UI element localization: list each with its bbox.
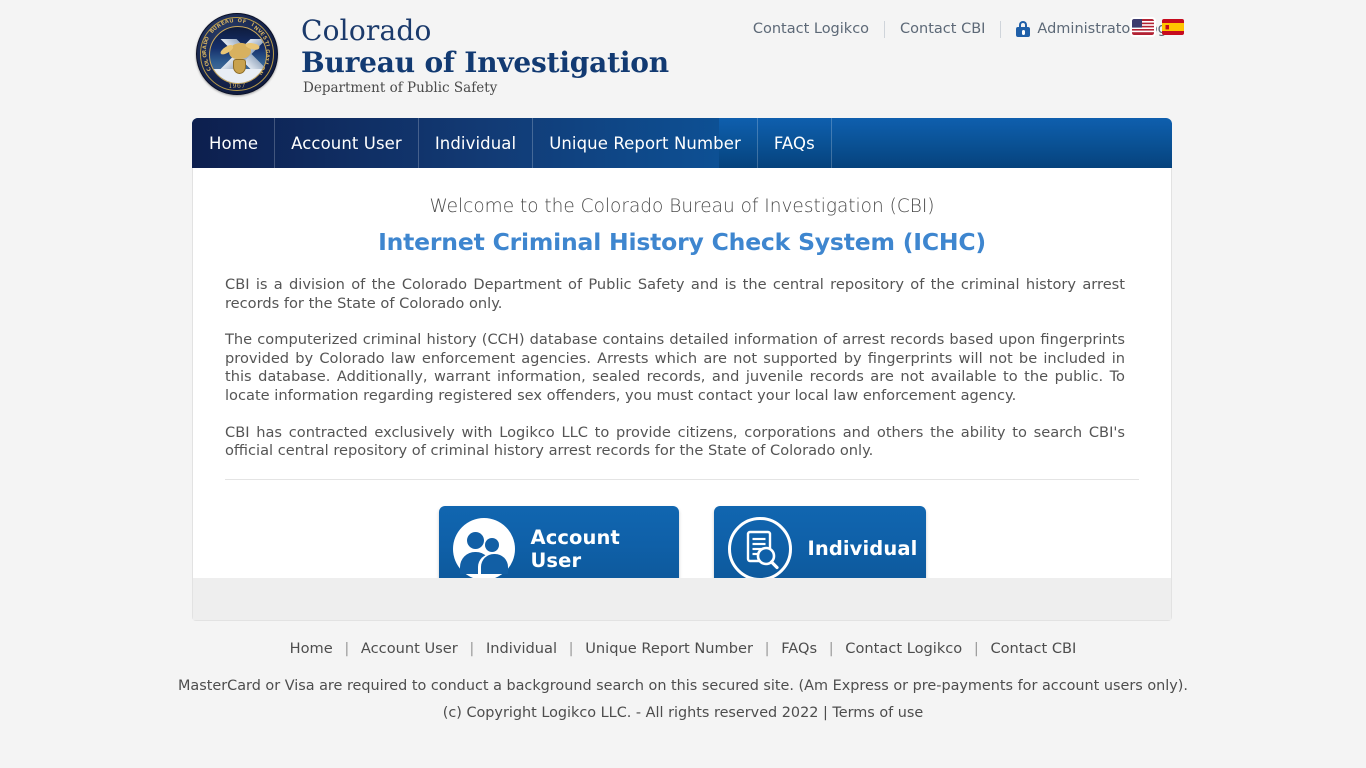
site-header: COLORADO BUREAU OF INVESTIGATION 1967 Co…: [0, 0, 1366, 110]
divider: |: [344, 640, 350, 657]
divider: |: [469, 640, 475, 657]
title-department: Department of Public Safety: [303, 80, 498, 96]
footer-link-contact-logikco[interactable]: Contact Logikco: [845, 640, 962, 657]
paragraph-3: CBI has contracted exclusively with Logi…: [225, 423, 1125, 460]
contact-cbi-link[interactable]: Contact CBI: [885, 18, 1000, 40]
seal-year: 1967: [228, 83, 246, 90]
welcome-heading: Welcome to the Colorado Bureau of Invest…: [429, 196, 935, 217]
paragraph-2: The computerized criminal history (CCH) …: [225, 331, 1125, 404]
copyright-line: (c) Copyright Logikco LLC. - All rights …: [0, 694, 1366, 721]
individual-button-label: Individual: [807, 537, 918, 561]
nav-item-account-user[interactable]: Account User: [275, 118, 419, 168]
footer-link-unique-report-number[interactable]: Unique Report Number: [585, 640, 753, 657]
account-user-button-label: Account User: [530, 525, 620, 572]
lock-icon: [1016, 21, 1031, 37]
copyright-text: (c) Copyright Logikco LLC. - All rights …: [442, 705, 828, 721]
footer-link-account-user[interactable]: Account User: [361, 640, 458, 657]
panel-footer-strip: [193, 578, 1171, 620]
nav-item-individual[interactable]: Individual: [419, 118, 534, 168]
payment-note: MasterCard or Visa are required to condu…: [178, 678, 1188, 694]
terms-of-use-link[interactable]: Terms of use: [832, 705, 923, 721]
header-utility-links: Contact Logikco Contact CBI Administrato…: [738, 18, 1180, 40]
spanish-flag-icon[interactable]: [1162, 19, 1184, 35]
page-root: COLORADO BUREAU OF INVESTIGATION 1967 Co…: [0, 0, 1366, 768]
language-switcher: [1130, 17, 1184, 37]
nav-item-unique-report-number[interactable]: Unique Report Number: [533, 118, 758, 168]
footer-links: Home | Account User | Individual | Uniqu…: [0, 624, 1366, 657]
divider: |: [973, 640, 979, 657]
divider: |: [828, 640, 834, 657]
english-flag-icon[interactable]: [1130, 17, 1156, 37]
nav-item-home[interactable]: Home: [192, 118, 276, 168]
footer-link-faqs[interactable]: FAQs: [781, 640, 817, 657]
site-title: Colorado Bureau of Investigation Departm…: [301, 13, 669, 97]
divider: |: [764, 640, 770, 657]
nav-item-faqs[interactable]: FAQs: [758, 118, 832, 168]
divider: |: [568, 640, 574, 657]
title-colorado: Colorado: [301, 14, 432, 47]
cbi-seal-icon: COLORADO BUREAU OF INVESTIGATION 1967: [196, 13, 278, 95]
document-search-icon: [727, 516, 792, 581]
action-buttons: Account User Individual: [193, 480, 1171, 592]
users-icon: [452, 517, 515, 580]
brand-block: COLORADO BUREAU OF INVESTIGATION 1967 Co…: [196, 13, 669, 97]
intro-text: CBI is a division of the Colorado Depart…: [193, 256, 1171, 461]
main-content-panel: Welcome to the Colorado Bureau of Invest…: [192, 168, 1172, 621]
system-title-heading: Internet Criminal History Check System (…: [378, 228, 986, 256]
footer-link-home[interactable]: Home: [290, 640, 333, 657]
main-navigation: Home Account User Individual Unique Repo…: [192, 118, 1172, 168]
site-footer: Home | Account User | Individual | Uniqu…: [0, 624, 1366, 721]
paragraph-1: CBI is a division of the Colorado Depart…: [225, 276, 1125, 312]
contact-logikco-link[interactable]: Contact Logikco: [738, 18, 884, 40]
footer-link-individual[interactable]: Individual: [486, 640, 557, 657]
footer-link-contact-cbi[interactable]: Contact CBI: [990, 640, 1076, 657]
title-bureau: Bureau of Investigation: [301, 46, 669, 79]
